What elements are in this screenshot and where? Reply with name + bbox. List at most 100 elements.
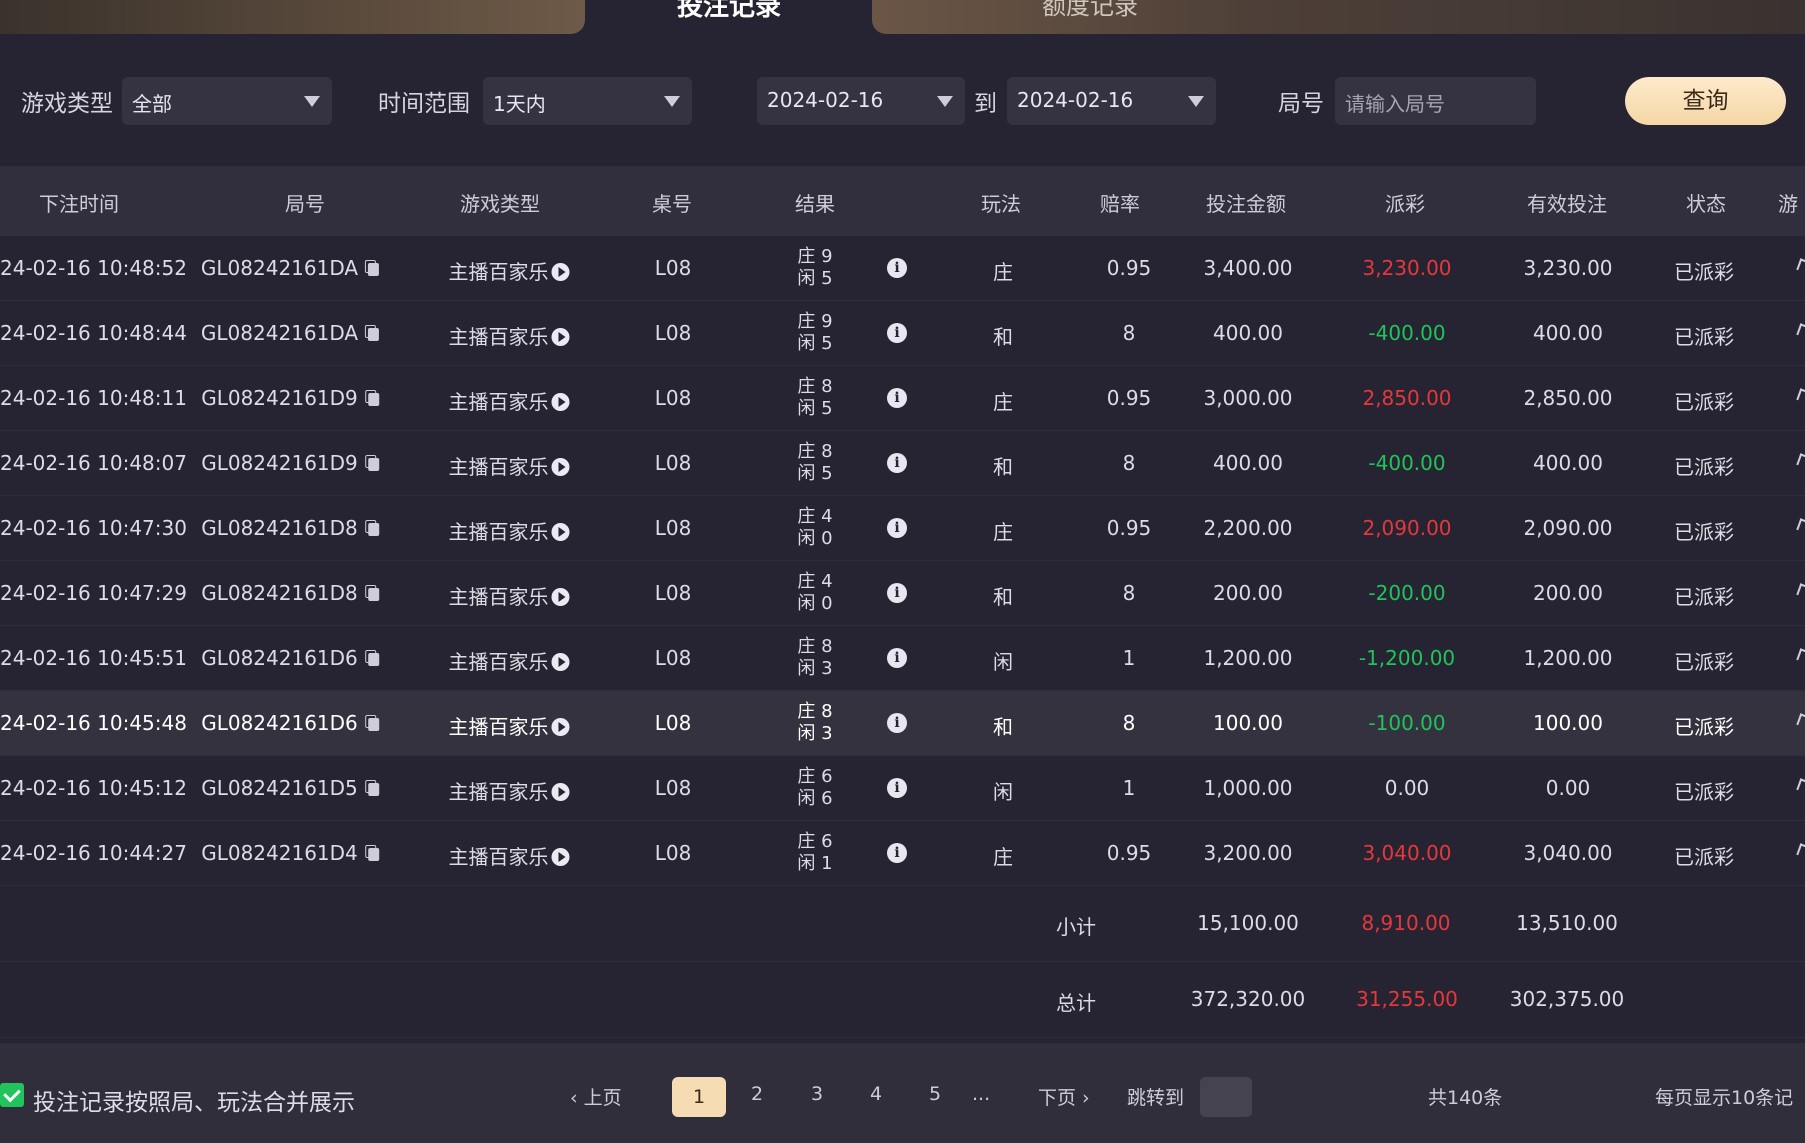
copy-icon[interactable] (368, 328, 380, 341)
result-banker: 庄 6 (797, 766, 833, 787)
arrow-icon[interactable] (1796, 713, 1805, 729)
copy-icon[interactable] (367, 523, 379, 536)
copy-icon[interactable] (367, 718, 379, 731)
table-no: L08 (654, 386, 692, 410)
table-no: L08 (654, 776, 692, 800)
info-icon[interactable]: i (887, 258, 907, 278)
table-row[interactable]: 24-02-16 10:44:27 GL08242161D4 主播百家乐 L08 庄 6… (0, 821, 1805, 886)
game-type: 主播百家乐 (449, 776, 570, 805)
info-icon[interactable]: i (887, 453, 907, 473)
info-icon[interactable]: i (887, 778, 907, 798)
table-row[interactable]: 24-02-16 10:48:11 GL08242161D9 主播百家乐 L08 庄 8… (0, 366, 1805, 431)
arrow-icon[interactable] (1796, 648, 1805, 664)
play-icon[interactable] (551, 783, 570, 801)
bet-amount: 3,200.00 (1203, 841, 1293, 865)
query-button[interactable]: 查询 (1625, 77, 1786, 125)
result-banker: 庄 8 (797, 441, 833, 462)
jump-to-input[interactable] (1200, 1077, 1252, 1117)
table-no: L08 (654, 711, 692, 735)
page-button-3[interactable]: 3 (811, 1083, 823, 1105)
play-icon[interactable] (551, 393, 570, 411)
prev-page-button[interactable]: ‹ 上页 (570, 1083, 622, 1110)
info-icon[interactable]: i (887, 518, 907, 538)
result: 庄 8闲 5 (797, 441, 832, 485)
status-badge: 已派彩 (1674, 585, 1734, 609)
arrow-icon[interactable] (1796, 518, 1805, 534)
tab-credit-records[interactable]: 额度记录 (872, 0, 1805, 34)
valid-bet: 400.00 (1533, 451, 1603, 475)
play-icon[interactable] (551, 848, 570, 866)
round-id: GL08242161D8 (201, 581, 379, 605)
result-banker: 庄 9 (797, 246, 833, 267)
arrow-icon[interactable] (1796, 323, 1805, 339)
round-input[interactable]: 请输入局号 (1335, 77, 1536, 125)
table-row[interactable]: 24-02-16 10:48:52 GL08242161DA 主播百家乐 L08 庄 9… (0, 236, 1805, 301)
table-row[interactable]: 24-02-16 10:47:29 GL08242161D8 主播百家乐 L08 庄 4… (0, 561, 1805, 626)
table-row[interactable]: 24-02-16 10:48:07 GL08242161D9 主播百家乐 L08 庄 8… (0, 431, 1805, 496)
play-icon[interactable] (551, 458, 570, 476)
result-player: 闲 5 (797, 463, 833, 484)
round-id-text: GL08242161DA (200, 321, 359, 345)
play-icon[interactable] (551, 328, 570, 346)
result: 庄 8闲 3 (797, 636, 832, 680)
page-button-4[interactable]: 4 (870, 1083, 882, 1105)
page-button-current[interactable]: 1 (672, 1077, 726, 1117)
round-id: GL08242161D6 (201, 646, 379, 670)
game-type-text: 主播百家乐 (448, 260, 549, 284)
time-range-select[interactable]: 1天内 (483, 77, 692, 125)
copy-icon[interactable] (367, 393, 379, 406)
copy-icon[interactable] (367, 848, 379, 861)
bet-amount: 400.00 (1213, 451, 1283, 475)
table-row[interactable]: 24-02-16 10:45:12 GL08242161D5 主播百家乐 L08 庄 6… (0, 756, 1805, 821)
info-icon[interactable]: i (887, 713, 907, 733)
play-icon[interactable] (551, 263, 570, 281)
info-icon[interactable]: i (887, 583, 907, 603)
arrow-icon[interactable] (1796, 388, 1805, 404)
play-icon[interactable] (551, 523, 570, 541)
bet-amount: 3,000.00 (1203, 386, 1293, 410)
info-icon[interactable]: i (887, 648, 907, 668)
valid-bet: 3,230.00 (1523, 256, 1613, 280)
round-id: GL08242161D9 (201, 386, 379, 410)
table-row[interactable]: 24-02-16 10:45:48 GL08242161D6 主播百家乐 L08 庄 8… (0, 691, 1805, 756)
table-no: L08 (654, 516, 692, 540)
copy-icon[interactable] (368, 263, 380, 276)
info-icon[interactable]: i (887, 323, 907, 343)
result-player: 闲 0 (797, 593, 833, 614)
bet-time: 24-02-16 10:47:30 (0, 516, 187, 540)
arrow-icon[interactable] (1796, 843, 1805, 859)
date-from-picker[interactable]: 2024-02-16 (757, 77, 965, 125)
page-size-select[interactable]: 每页显示10条记 (1655, 1083, 1793, 1110)
date-from-value: 2024-02-16 (767, 88, 884, 112)
next-page-button[interactable]: 下页 › (1038, 1083, 1090, 1110)
arrow-icon[interactable] (1796, 453, 1805, 469)
copy-icon[interactable] (367, 588, 379, 601)
table-row[interactable]: 24-02-16 10:45:51 GL08242161D6 主播百家乐 L08 庄 8… (0, 626, 1805, 691)
valid-bet: 100.00 (1533, 711, 1603, 735)
copy-icon[interactable] (367, 653, 379, 666)
play-icon[interactable] (551, 718, 570, 736)
arrow-icon[interactable] (1796, 583, 1805, 599)
arrow-icon[interactable] (1796, 778, 1805, 794)
game-type: 主播百家乐 (449, 321, 570, 350)
page-button-5[interactable]: 5 (929, 1083, 941, 1105)
table-row[interactable]: 24-02-16 10:48:44 GL08242161DA 主播百家乐 L08 庄 9… (0, 301, 1805, 366)
play-icon[interactable] (551, 588, 570, 606)
merge-checkbox[interactable] (0, 1083, 24, 1107)
info-icon[interactable]: i (887, 388, 907, 408)
table-row[interactable]: 24-02-16 10:47:30 GL08242161D8 主播百家乐 L08 庄 4… (0, 496, 1805, 561)
arrow-icon[interactable] (1796, 258, 1805, 274)
copy-icon[interactable] (367, 458, 379, 471)
col-game-partial: 游 (1778, 192, 1798, 216)
play-icon[interactable] (551, 653, 570, 671)
round-id-text: GL08242161D9 (201, 451, 358, 475)
pagination-footer: 投注记录按照局、玩法合并展示 ‹ 上页 1 2 3 4 5 ... 下页 › 跳… (0, 1043, 1805, 1143)
tab-bet-records[interactable]: 投注记录 (590, 0, 868, 34)
game-type-select[interactable]: 全部 (122, 77, 332, 125)
info-icon[interactable]: i (887, 843, 907, 863)
copy-icon[interactable] (367, 783, 379, 796)
col-round: 局号 (285, 192, 325, 216)
date-to-picker[interactable]: 2024-02-16 (1007, 77, 1216, 125)
prev-page-label: 上页 (583, 1087, 622, 1109)
page-button-2[interactable]: 2 (751, 1083, 763, 1105)
